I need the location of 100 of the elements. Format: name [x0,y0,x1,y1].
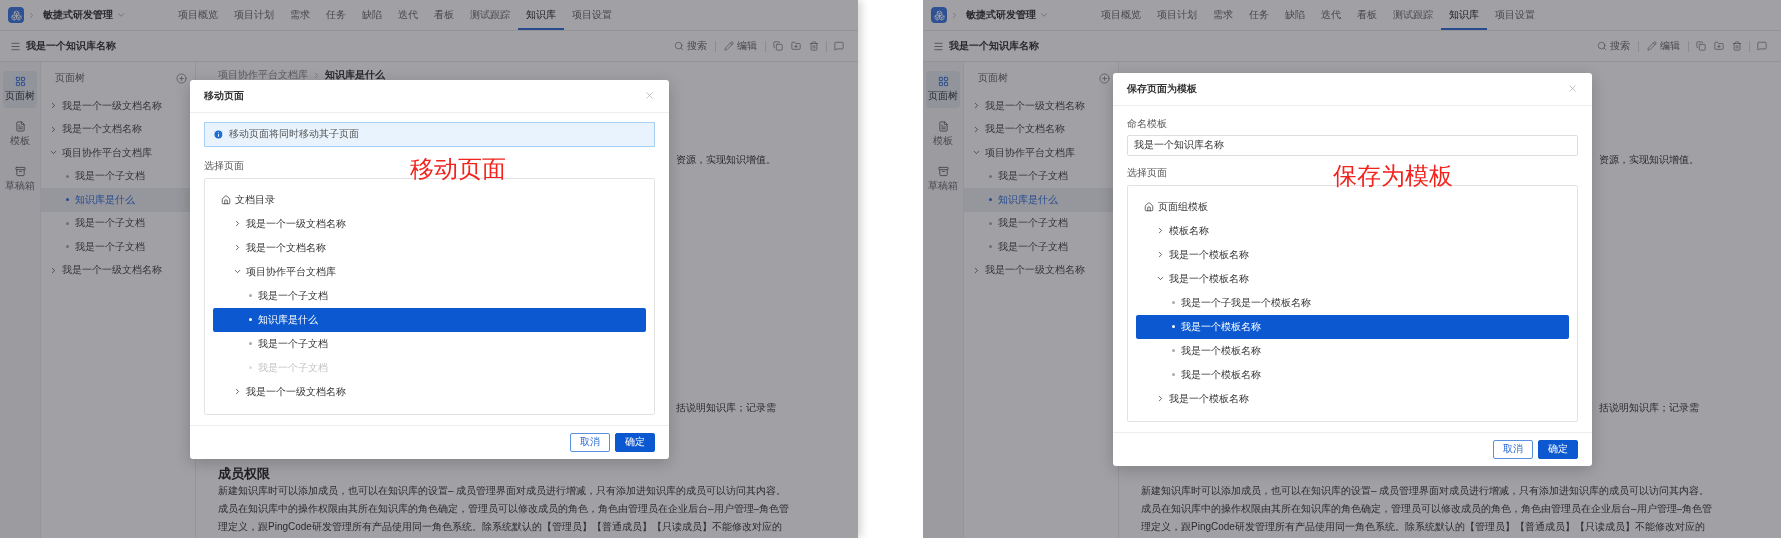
menu-icon [933,40,944,52]
pane-title: 页面树 [978,71,1008,85]
tree-item[interactable]: 我是一个一级文档名称 [212,379,646,404]
tree-item[interactable]: 我是一个一级文档名称 [41,94,195,118]
rail-tab[interactable]: 模板 [3,116,37,153]
tree-item[interactable]: 我是一个模板名称 [1135,242,1569,267]
document-icon [937,121,949,132]
bullet-icon [989,174,992,178]
chevron-right-icon [312,70,321,80]
tree-item[interactable]: 我是一个一级文档名称 [964,258,1118,282]
alert-text: 移动页面将同时移动其子页面 [228,127,359,141]
nav-tab[interactable]: 测试跟踪 [1385,0,1441,30]
nav-tab[interactable]: 知识库 [1441,0,1487,30]
tree-item[interactable]: 项目协作平台文档库 [212,259,646,284]
cancel-button[interactable]: 取消 [1492,439,1533,459]
app-logo[interactable] [8,7,24,23]
tree-item[interactable]: 我是一个一级文档名称 [964,94,1118,118]
nav-tab[interactable]: 迭代 [390,0,426,30]
tree-item[interactable]: 我是一个子文档 [41,235,195,259]
nav-tab[interactable]: 项目计划 [226,0,282,30]
tree-item[interactable]: 我是一个子文档 [964,164,1118,188]
tree-item[interactable]: 我是一个文档名称 [964,117,1118,141]
grid-icon [14,76,26,87]
tree-item[interactable]: 我是一个子文档 [212,331,646,356]
tree-item[interactable]: 我是一个一级文档名称 [41,258,195,282]
nav-tab[interactable]: 项目设置 [564,0,620,30]
add-icon[interactable] [176,72,187,84]
bullet-icon [248,342,252,345]
nav-tab[interactable]: 缺陷 [354,0,390,30]
nav-tab[interactable]: 迭代 [1313,0,1349,30]
nav-tab[interactable]: 项目概览 [1093,0,1149,30]
field-label: 选择页面 [203,158,244,173]
body-text: 括说明知识库；记录需 [1599,401,1699,415]
rail-tab[interactable]: 草稿箱 [926,161,960,198]
dialog-title: 保存页面为模板 [1126,81,1197,96]
tree-item[interactable]: 我是一个子文档 [41,164,195,188]
body-text: 括说明知识库；记录需 [676,401,776,415]
close-icon[interactable] [1566,83,1578,94]
tree-item[interactable]: 我是一个一级文档名称 [212,211,646,236]
rail-label: 模板 [933,134,953,148]
edit-button[interactable]: 编辑 [719,39,762,53]
name-field[interactable]: 我是一个知识库名称 [1126,134,1578,156]
rail-tab[interactable]: 模板 [926,116,960,153]
search-button[interactable]: 搜索 [669,39,712,53]
nav-tab[interactable]: 项目计划 [1149,0,1205,30]
nav-tab[interactable]: 项目设置 [1487,0,1543,30]
annotation-text: 保存为模板 [1332,160,1453,191]
field-label: 选择页面 [1126,165,1167,180]
tree-item[interactable]: 我是一个模板名称 [1135,314,1569,339]
nav-tab[interactable]: 任务 [1241,0,1277,30]
bullet-icon [989,245,992,249]
nav-tab[interactable]: 测试跟踪 [462,0,518,30]
rail-tab[interactable]: 页面树 [926,71,960,108]
chevron-right-icon [27,10,36,20]
nav-tab[interactable]: 缺陷 [1277,0,1313,30]
nav-tab[interactable]: 看板 [1349,0,1385,30]
tree-item[interactable]: 我是一个模板名称 [1135,362,1569,387]
rail-tab[interactable]: 页面树 [3,71,37,108]
add-icon[interactable] [1099,72,1110,84]
rail-label: 草稿箱 [928,179,958,193]
tree-item[interactable]: 模板名称 [1135,218,1569,243]
app-logo[interactable] [931,7,947,23]
project-name[interactable]: 敏捷式研发管理 [43,8,113,22]
bullet-icon [66,221,69,225]
nav-tab[interactable]: 需求 [1205,0,1241,30]
nav-tab[interactable]: 知识库 [518,0,564,30]
bullet-icon [1171,373,1175,376]
tree-item[interactable]: 项目协作平台文档库 [41,141,195,165]
confirm-button[interactable]: 确定 [1537,439,1578,459]
bullet-icon [248,318,252,321]
confirm-button[interactable]: 确定 [614,432,655,452]
tree-item[interactable]: 项目协作平台文档库 [964,141,1118,165]
nav-tab[interactable]: 看板 [426,0,462,30]
tree-item[interactable]: 我是一个文档名称 [212,235,646,260]
tree-item[interactable]: 我是一个子文档 [964,235,1118,259]
close-icon[interactable] [643,90,655,101]
body-text: 新建知识库时可以添加成员，也可以在知识库的设置– 成员管理界面对成员进行增减，只有添加进知识库的成员可以访问其内容。 [218,484,787,498]
tree-item[interactable]: 我是一个文档名称 [41,117,195,141]
edit-button[interactable]: 编辑 [1642,39,1685,53]
bullet-icon [989,198,992,202]
tree-item[interactable]: 我是一个模板名称 [1135,266,1569,291]
tree-item[interactable]: 文档目录 [212,187,646,212]
search-button[interactable]: 搜索 [1592,39,1635,53]
tree-item[interactable]: 页面组模板 [1135,194,1569,219]
rail-label: 页面树 [928,89,958,103]
rail-tab[interactable]: 草稿箱 [3,161,37,198]
annotation-text: 移动页面 [409,153,506,184]
tree-item[interactable]: 我是一个模板名称 [1135,338,1569,363]
body-text: 资源，实现知识增值。 [1599,153,1699,167]
tree-item[interactable]: 我是一个模板名称 [1135,386,1569,411]
archive-icon [14,166,26,177]
tree-item[interactable]: 我是一个子文档 [212,283,646,308]
project-name[interactable]: 敏捷式研发管理 [966,8,1036,22]
nav-tab[interactable]: 项目概览 [170,0,226,30]
nav-tab[interactable]: 任务 [318,0,354,30]
cancel-button[interactable]: 取消 [569,432,610,452]
caret-icon [1039,10,1049,20]
tree-item[interactable]: 知识库是什么 [212,307,646,332]
tree-item[interactable]: 我是一个子我是一个模板名称 [1135,290,1569,315]
nav-tab[interactable]: 需求 [282,0,318,30]
